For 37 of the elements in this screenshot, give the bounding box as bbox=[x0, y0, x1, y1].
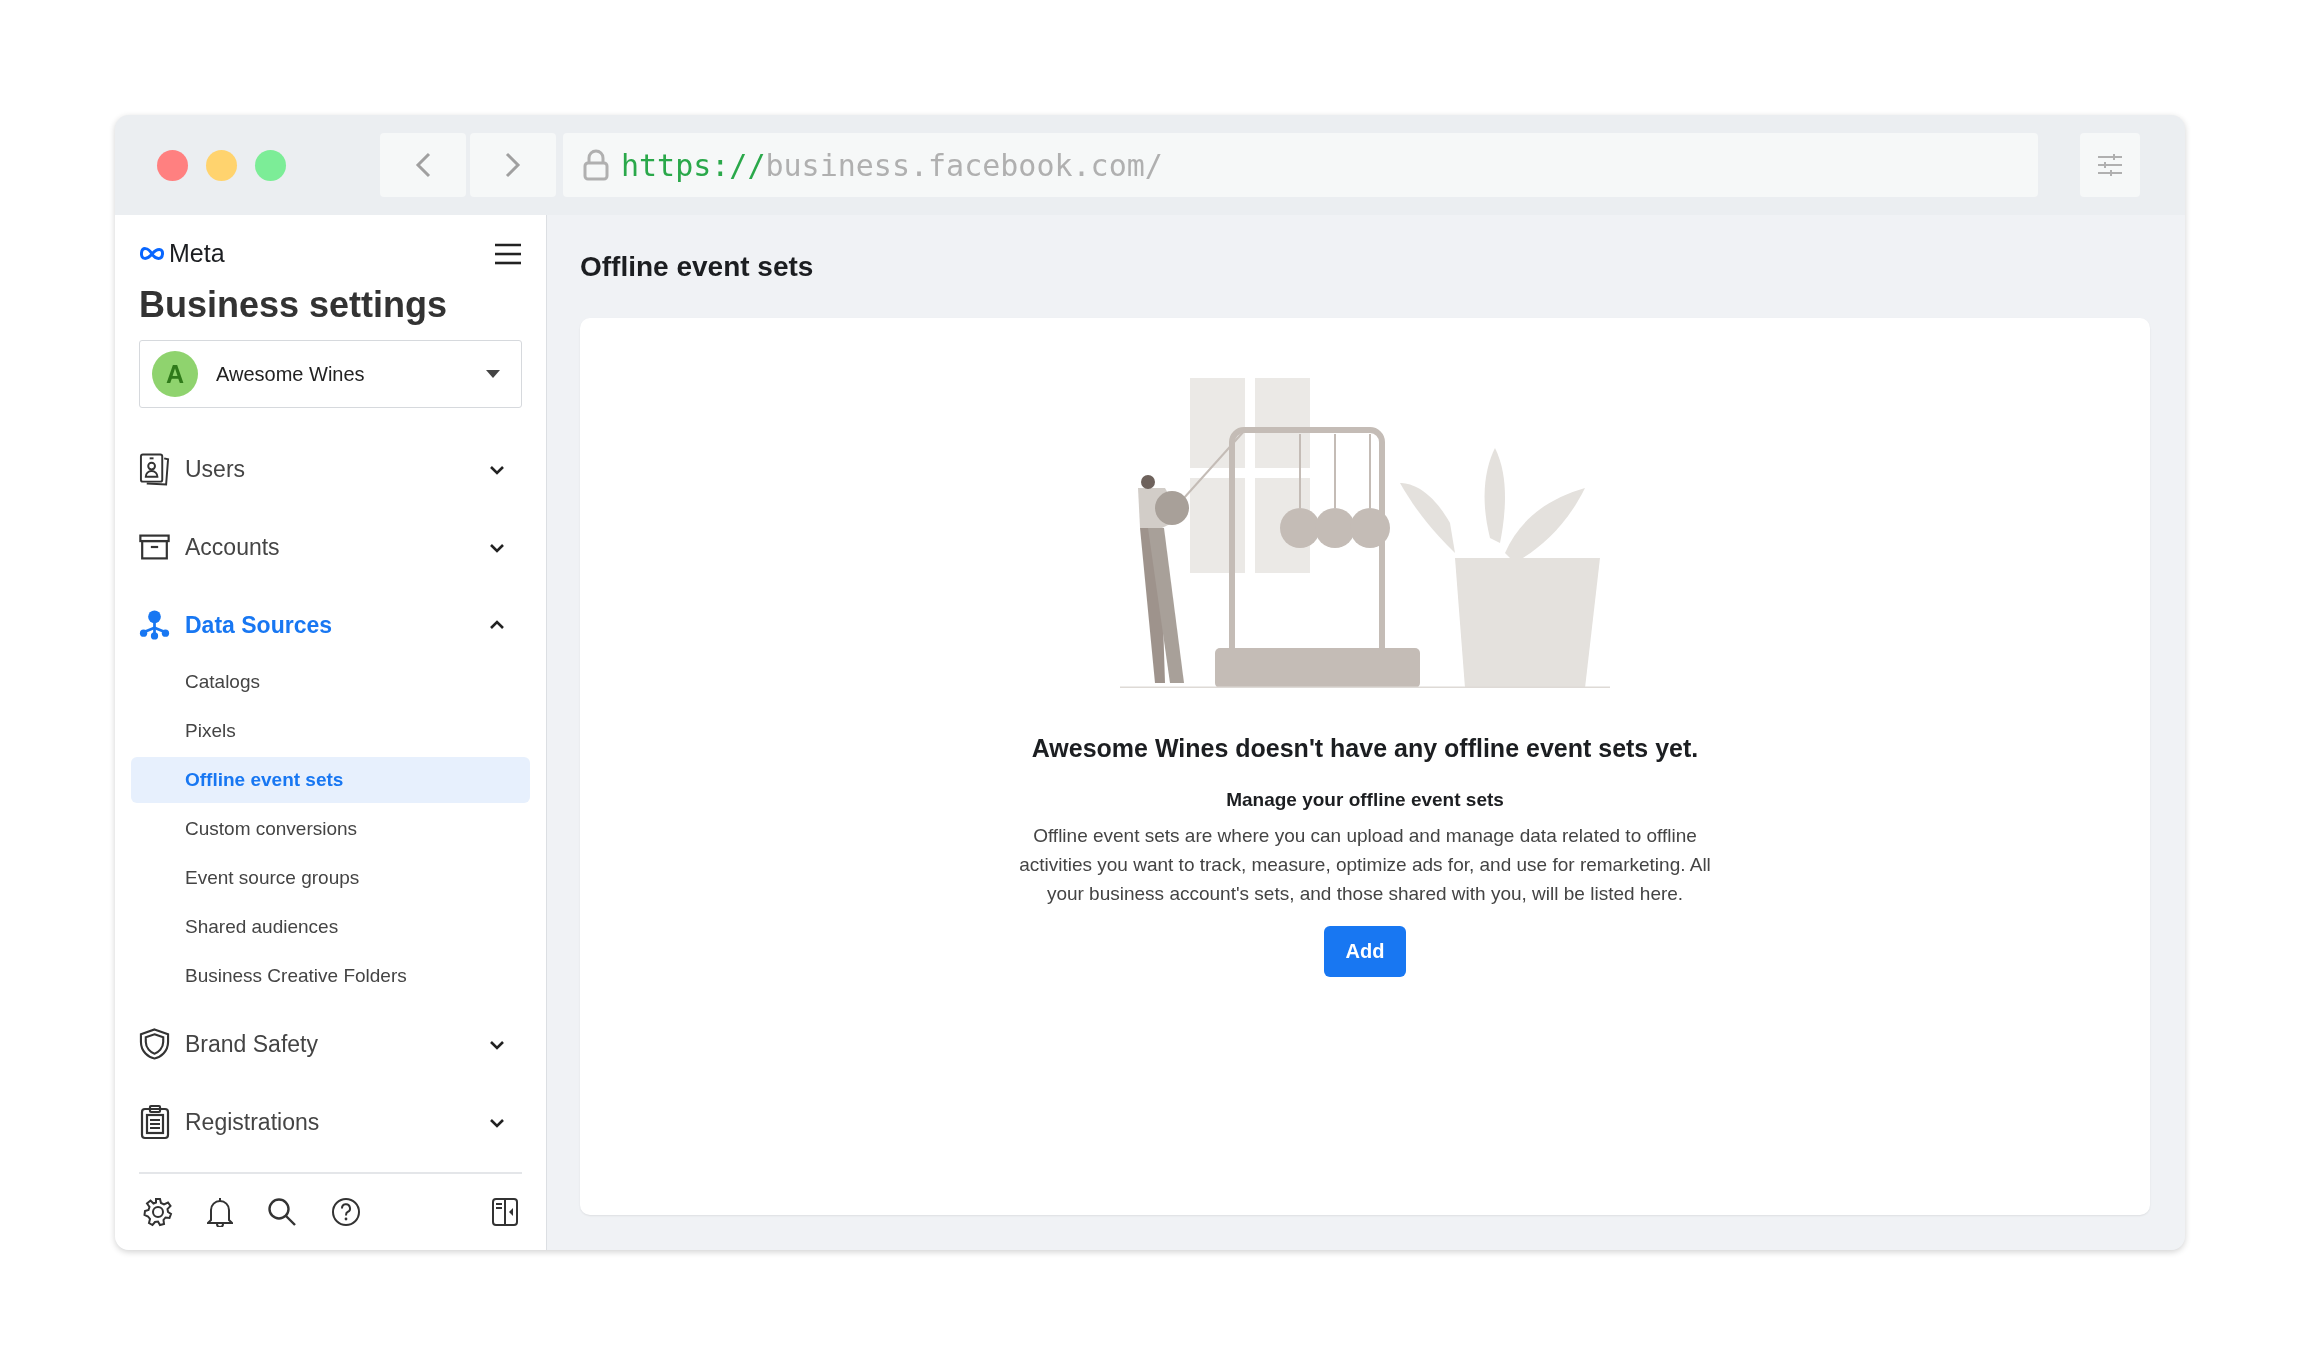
sidebar-section[interactable]: Brand Safety bbox=[139, 1005, 522, 1083]
sidebar-subitem[interactable]: Pixels bbox=[131, 708, 530, 754]
sidebar-subitem[interactable]: Event source groups bbox=[131, 855, 530, 901]
account-avatar: A bbox=[152, 351, 198, 397]
empty-state-heading: Awesome Wines doesn't have any offline event sets yet. bbox=[1031, 734, 1699, 763]
sidebar-toggle-icon[interactable] bbox=[492, 1198, 518, 1226]
sidebar-section[interactable]: Registrations bbox=[139, 1083, 522, 1161]
sidebar-subitem[interactable]: Offline event sets bbox=[131, 757, 530, 803]
chevron-right-icon bbox=[504, 151, 522, 179]
add-button[interactable]: Add bbox=[1324, 926, 1406, 977]
sidebar-subitem[interactable]: Custom conversions bbox=[131, 806, 530, 852]
lock-icon bbox=[583, 149, 609, 181]
sidebar-section[interactable]: Users bbox=[139, 430, 522, 508]
shield-icon bbox=[139, 1027, 170, 1061]
search-icon[interactable] bbox=[267, 1197, 297, 1227]
empty-state-description: Offline event sets are where you can upload and manage data related to offline activities you want to track, measure, optimize ads for, and use for remarketing. All your business account's sets, and those shared with you, will be listed here. bbox=[1018, 824, 1712, 906]
page-heading: Business settings bbox=[139, 284, 449, 326]
infinity-logo-icon bbox=[139, 245, 165, 262]
network-nodes-icon bbox=[139, 608, 170, 642]
id-badge-icon bbox=[139, 452, 170, 486]
settings-icon[interactable] bbox=[143, 1197, 173, 1227]
account-dropdown[interactable]: A Awesome Wines bbox=[139, 340, 522, 408]
sliders-icon bbox=[2096, 153, 2124, 177]
sidebar-subitem[interactable]: Business Creative Folders bbox=[131, 953, 530, 999]
clipboard-icon bbox=[139, 1104, 170, 1140]
url-text: https://business.facebook.com/ bbox=[621, 147, 1163, 183]
box-icon bbox=[139, 533, 170, 561]
chevron-left-icon bbox=[414, 151, 432, 179]
empty-state-subheading: Manage your offline event sets bbox=[1226, 789, 1504, 811]
bell-icon[interactable] bbox=[207, 1197, 233, 1227]
sidebar-section[interactable]: Accounts bbox=[139, 508, 522, 586]
menu-icon[interactable] bbox=[494, 242, 522, 265]
help-icon[interactable] bbox=[331, 1197, 361, 1227]
brand-name: Meta bbox=[169, 239, 225, 268]
sidebar-subitem[interactable]: Shared audiences bbox=[131, 904, 530, 950]
section-title: Offline event sets bbox=[580, 251, 815, 284]
caret-icon bbox=[485, 369, 501, 379]
